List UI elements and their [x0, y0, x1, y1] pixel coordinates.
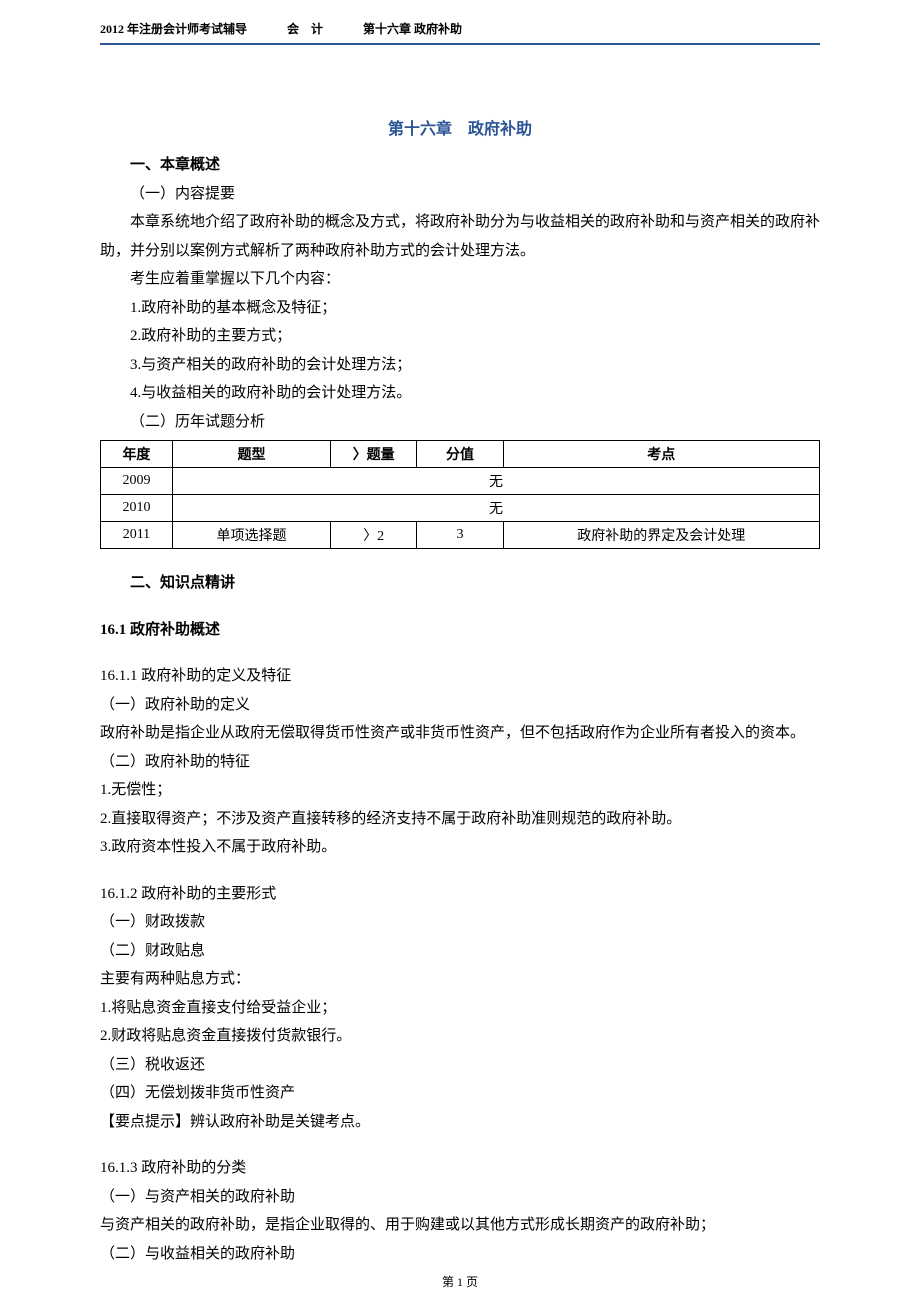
spacer: [100, 862, 820, 880]
cell-qty: 〉2: [331, 522, 417, 549]
section-1-sub1: （一）内容提要: [100, 180, 820, 209]
p-16-1-1-atext: 政府补助是指企业从政府无偿取得货币性资产或非货币性资产，但不包括政府作为企业所有…: [100, 719, 820, 748]
section-1-li3: 3.与资产相关的政府补助的会计处理方法；: [100, 351, 820, 380]
table-row: 2009 无: [101, 468, 820, 495]
history-table: 年度 题型 〉题量 分值 考点 2009 无 2010 无 2011 单项选择题…: [100, 440, 820, 549]
p-16-1-1-a: （一）政府补助的定义: [100, 691, 820, 720]
p-16-1-2-d: （四）无偿划拨非货币性资产: [100, 1079, 820, 1108]
section-2-heading: 二、知识点精讲: [100, 569, 820, 598]
cell-point: 政府补助的界定及会计处理: [503, 522, 819, 549]
cell-none: 无: [172, 468, 819, 495]
th-point: 考点: [503, 441, 819, 468]
table-header-row: 年度 题型 〉题量 分值 考点: [101, 441, 820, 468]
p-16-1-3-atext: 与资产相关的政府补助，是指企业取得的、用于购建或以其他方式形成长期资产的政府补助…: [100, 1211, 820, 1240]
page-number: 第 1 页: [0, 1273, 920, 1290]
section-1-sub2: （二）历年试题分析: [100, 408, 820, 437]
page-header: 2012 年注册会计师考试辅导 会 计 第十六章 政府补助: [100, 20, 820, 45]
th-score: 分值: [417, 441, 503, 468]
chapter-title: 第十六章 政府补助: [100, 115, 820, 139]
heading-16-1-2: 16.1.2 政府补助的主要形式: [100, 880, 820, 909]
p-16-1-2-tip: 【要点提示】辨认政府补助是关键考点。: [100, 1108, 820, 1137]
section-1-heading: 一、本章概述: [100, 151, 820, 180]
header-mid: 会 计: [287, 20, 323, 37]
p-16-1-3-a: （一）与资产相关的政府补助: [100, 1183, 820, 1212]
heading-16-1-3: 16.1.3 政府补助的分类: [100, 1154, 820, 1183]
th-qty: 〉题量: [331, 441, 417, 468]
section-1-li2: 2.政府补助的主要方式；: [100, 322, 820, 351]
cell-none: 无: [172, 495, 819, 522]
p-16-1-2-btext: 主要有两种贴息方式：: [100, 965, 820, 994]
section-1-p1: 本章系统地介绍了政府补助的概念及方式，将政府补助分为与收益相关的政府补助和与资产…: [100, 208, 820, 265]
spacer: [100, 598, 820, 616]
p-16-1-1-b3: 3.政府资本性投入不属于政府补助。: [100, 833, 820, 862]
p-16-1-2-c: （三）税收返还: [100, 1051, 820, 1080]
header-left: 2012 年注册会计师考试辅导: [100, 20, 247, 37]
cell-type: 单项选择题: [172, 522, 330, 549]
table-row: 2010 无: [101, 495, 820, 522]
cell-score: 3: [417, 522, 503, 549]
section-1-li4: 4.与收益相关的政府补助的会计处理方法。: [100, 379, 820, 408]
page: 2012 年注册会计师考试辅导 会 计 第十六章 政府补助 第十六章 政府补助 …: [0, 0, 920, 1308]
p-16-1-1-b1: 1.无偿性；: [100, 776, 820, 805]
spacer: [100, 644, 820, 662]
heading-16-1: 16.1 政府补助概述: [100, 616, 820, 645]
cell-year: 2011: [101, 522, 173, 549]
cell-year: 2009: [101, 468, 173, 495]
p-16-1-2-b2: 2.财政将贴息资金直接拨付货款银行。: [100, 1022, 820, 1051]
heading-16-1-1: 16.1.1 政府补助的定义及特征: [100, 662, 820, 691]
th-year: 年度: [101, 441, 173, 468]
p-16-1-1-b2: 2.直接取得资产；不涉及资产直接转移的经济支持不属于政府补助准则规范的政府补助。: [100, 805, 820, 834]
cell-year: 2010: [101, 495, 173, 522]
th-type: 题型: [172, 441, 330, 468]
p-16-1-1-b: （二）政府补助的特征: [100, 748, 820, 777]
header-right: 第十六章 政府补助: [363, 20, 462, 37]
p-16-1-2-a: （一）财政拨款: [100, 908, 820, 937]
section-1-li1: 1.政府补助的基本概念及特征；: [100, 294, 820, 323]
p-16-1-2-b1: 1.将贴息资金直接支付给受益企业；: [100, 994, 820, 1023]
section-1-p2: 考生应着重掌握以下几个内容：: [100, 265, 820, 294]
p-16-1-3-b: （二）与收益相关的政府补助: [100, 1240, 820, 1269]
p-16-1-2-b: （二）财政贴息: [100, 937, 820, 966]
table-row: 2011 单项选择题 〉2 3 政府补助的界定及会计处理: [101, 522, 820, 549]
spacer: [100, 1136, 820, 1154]
